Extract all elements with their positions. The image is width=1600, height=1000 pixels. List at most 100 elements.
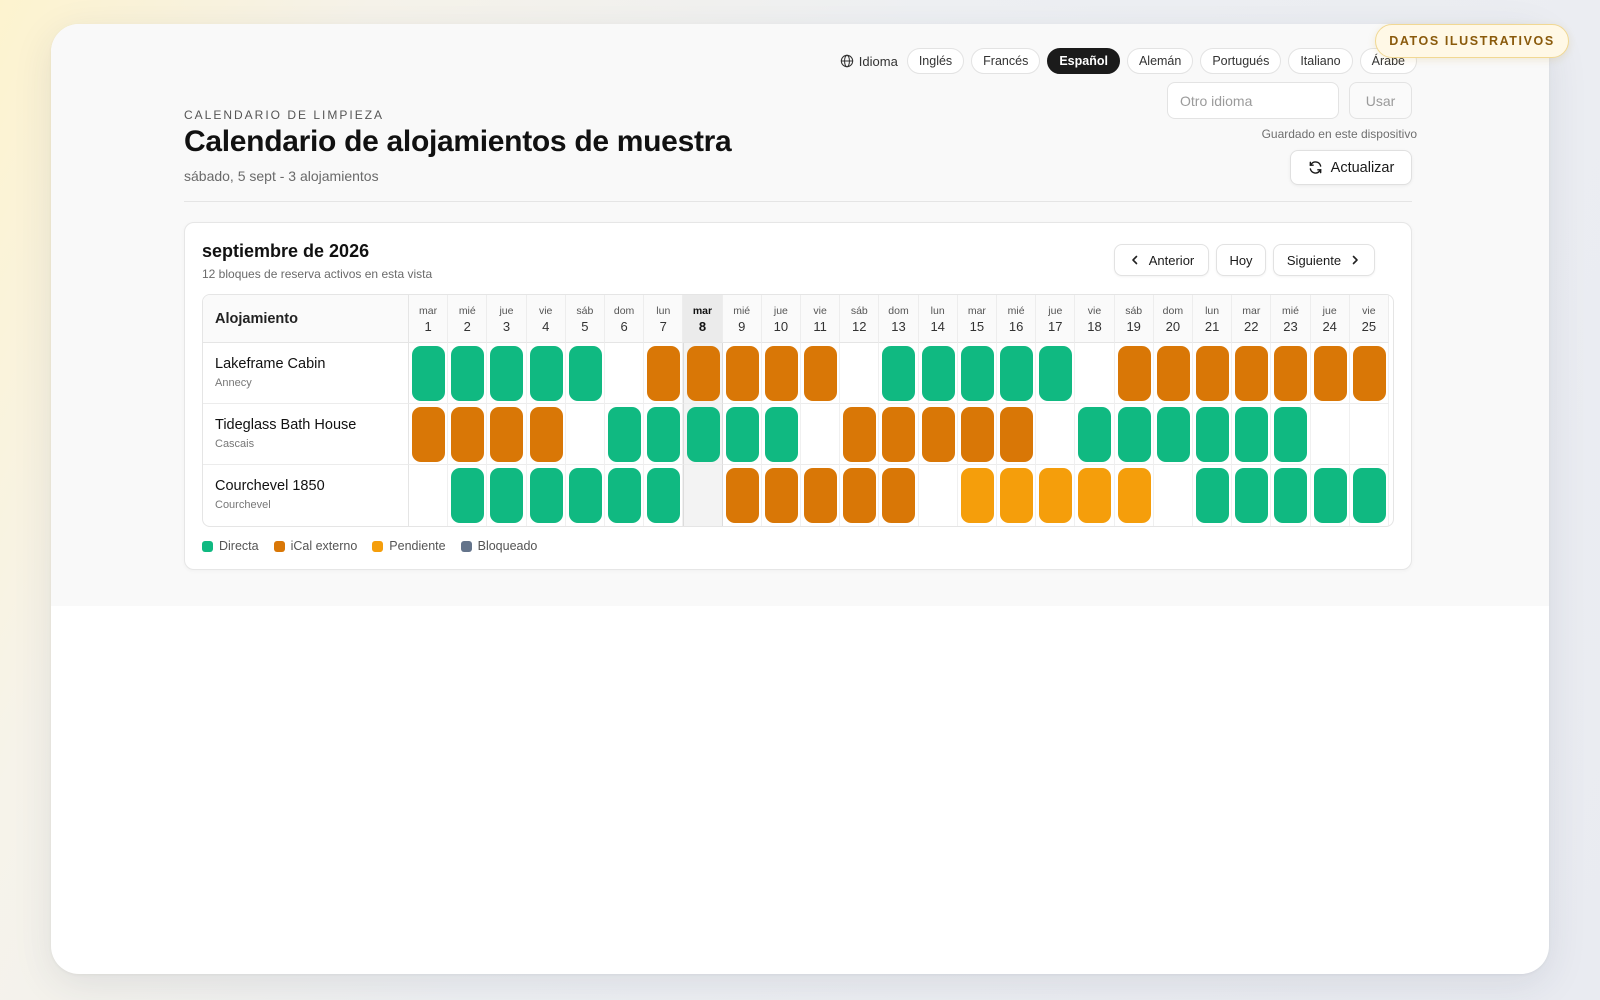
booking-block[interactable]	[451, 407, 485, 462]
calendar-cell[interactable]	[801, 465, 841, 526]
calendar-cell[interactable]	[1154, 465, 1193, 526]
calendar-cell[interactable]	[957, 404, 997, 465]
calendar-cell[interactable]	[1232, 343, 1272, 404]
property-row[interactable]: Lakeframe Cabin Annecy	[203, 343, 409, 404]
language-option[interactable]: Inglés	[906, 48, 965, 74]
calendar-cell[interactable]	[1310, 404, 1350, 465]
calendar-cell[interactable]	[683, 465, 723, 526]
booking-block[interactable]	[960, 468, 994, 523]
calendar-cell[interactable]	[644, 465, 684, 526]
property-row[interactable]: Tideglass Bath House Cascais	[203, 404, 409, 465]
calendar-cell[interactable]	[1153, 404, 1193, 465]
booking-block[interactable]	[451, 468, 485, 523]
calendar-cell[interactable]	[918, 343, 958, 404]
booking-block[interactable]	[1274, 407, 1308, 462]
calendar-cell[interactable]	[526, 404, 566, 465]
calendar-cell[interactable]	[761, 404, 801, 465]
calendar-cell[interactable]	[1075, 465, 1115, 526]
booking-block[interactable]	[1117, 468, 1151, 523]
language-option[interactable]: Francés	[971, 48, 1041, 74]
calendar-cell[interactable]	[487, 404, 527, 465]
calendar-cell[interactable]	[879, 343, 919, 404]
calendar-cell[interactable]	[1349, 343, 1389, 404]
calendar-cell[interactable]	[722, 404, 762, 465]
calendar-cell[interactable]	[761, 343, 801, 404]
language-option[interactable]: Alemán	[1126, 48, 1194, 74]
booking-block[interactable]	[647, 346, 681, 401]
calendar-cell[interactable]	[801, 404, 841, 465]
calendar-cell[interactable]	[997, 404, 1037, 465]
calendar-cell[interactable]	[1271, 343, 1311, 404]
booking-block[interactable]	[1352, 346, 1386, 401]
calendar-cell[interactable]	[879, 404, 919, 465]
calendar-cell[interactable]	[487, 343, 527, 404]
calendar-cell[interactable]	[1350, 465, 1389, 526]
calendar-cell[interactable]	[448, 343, 488, 404]
booking-block[interactable]	[451, 346, 485, 401]
calendar-cell[interactable]	[565, 343, 605, 404]
booking-block[interactable]	[490, 407, 524, 462]
calendar-cell[interactable]	[526, 343, 566, 404]
booking-block[interactable]	[1117, 346, 1151, 401]
calendar-cell[interactable]	[605, 465, 645, 526]
calendar-cell[interactable]	[918, 404, 958, 465]
calendar-cell[interactable]	[997, 465, 1037, 526]
calendar-cell[interactable]	[409, 404, 449, 465]
calendar-cell[interactable]	[840, 404, 880, 465]
calendar-cell[interactable]	[1193, 343, 1233, 404]
calendar-cell[interactable]	[1232, 465, 1272, 526]
booking-block[interactable]	[529, 346, 563, 401]
calendar-cell[interactable]	[1311, 465, 1350, 526]
calendar-cell[interactable]	[683, 404, 723, 465]
booking-block[interactable]	[1000, 407, 1033, 462]
booking-block[interactable]	[1039, 468, 1073, 523]
calendar-cell[interactable]	[1193, 465, 1233, 526]
calendar-cell[interactable]	[1075, 404, 1115, 465]
booking-block[interactable]	[921, 346, 955, 401]
booking-block[interactable]	[960, 407, 994, 462]
booking-block[interactable]	[1196, 407, 1229, 462]
booking-block[interactable]	[882, 346, 916, 401]
booking-block[interactable]	[882, 468, 916, 523]
booking-block[interactable]	[1196, 346, 1229, 401]
booking-block[interactable]	[1078, 468, 1112, 523]
calendar-cell[interactable]	[409, 465, 449, 526]
calendar-cell[interactable]	[1153, 343, 1193, 404]
booking-block[interactable]	[843, 468, 877, 523]
calendar-cell[interactable]	[957, 343, 997, 404]
booking-block[interactable]	[1235, 468, 1269, 523]
calendar-cell[interactable]	[1232, 404, 1272, 465]
booking-block[interactable]	[725, 407, 759, 462]
booking-block[interactable]	[1000, 468, 1033, 523]
other-language-input[interactable]	[1167, 82, 1339, 119]
calendar-cell[interactable]	[840, 465, 880, 526]
booking-block[interactable]	[1196, 468, 1229, 523]
calendar-cell[interactable]	[683, 343, 723, 404]
calendar-cell[interactable]	[1114, 404, 1154, 465]
use-language-button[interactable]: Usar	[1349, 82, 1412, 119]
language-option[interactable]: Portugués	[1200, 48, 1282, 74]
next-button[interactable]: Siguiente	[1273, 244, 1375, 276]
calendar-cell[interactable]	[644, 404, 684, 465]
calendar-cell[interactable]	[840, 343, 880, 404]
calendar-cell[interactable]	[448, 465, 488, 526]
booking-block[interactable]	[1078, 407, 1112, 462]
booking-block[interactable]	[1117, 407, 1151, 462]
calendar-cell[interactable]	[566, 465, 605, 526]
booking-block[interactable]	[1235, 346, 1269, 401]
booking-block[interactable]	[490, 346, 524, 401]
booking-block[interactable]	[529, 468, 563, 523]
booking-block[interactable]	[1156, 407, 1190, 462]
calendar-cell[interactable]	[487, 465, 527, 526]
calendar-cell[interactable]	[1271, 404, 1311, 465]
calendar-cell[interactable]	[958, 465, 997, 526]
booking-block[interactable]	[764, 407, 798, 462]
booking-block[interactable]	[687, 407, 721, 462]
calendar-cell[interactable]	[1310, 343, 1350, 404]
calendar-cell[interactable]	[722, 343, 762, 404]
property-row[interactable]: Courchevel 1850 Courchevel	[203, 465, 409, 526]
calendar-cell[interactable]	[605, 404, 645, 465]
booking-block[interactable]	[608, 407, 641, 462]
calendar-cell[interactable]	[605, 343, 645, 404]
booking-block[interactable]	[1156, 346, 1190, 401]
